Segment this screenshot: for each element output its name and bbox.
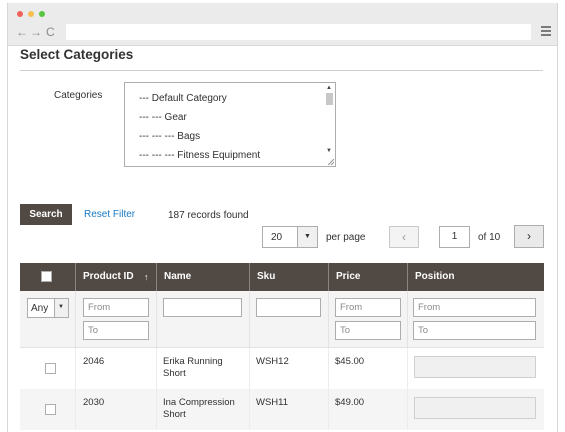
column-header-position[interactable]: Position	[407, 263, 544, 291]
scroll-down-icon[interactable]: ▼	[326, 148, 332, 154]
chevron-down-icon: ▼	[58, 304, 64, 310]
per-page-label: per page	[326, 232, 366, 243]
categories-scrollbar[interactable]: ▲ ▼	[325, 84, 334, 165]
categories-multiselect[interactable]: --- Default Category --- --- Gear --- --…	[124, 82, 336, 167]
address-bar[interactable]	[66, 24, 531, 40]
product-id-cell: 2046	[83, 356, 105, 367]
category-option[interactable]: --- Default Category	[139, 93, 227, 104]
price-cell: $49.00	[335, 397, 365, 408]
column-header-name[interactable]: Name	[156, 263, 249, 291]
browser-titlebar	[8, 3, 557, 20]
records-found-count: 187 records found	[168, 210, 249, 221]
scroll-up-icon[interactable]: ▲	[326, 85, 332, 91]
previous-page-button[interactable]: ‹	[389, 226, 419, 248]
price-cell: $45.00	[335, 356, 365, 367]
total-pages-label: of 10	[478, 232, 501, 243]
scrollbar-thumb[interactable]	[326, 93, 333, 105]
current-page-input[interactable]: 1	[439, 226, 470, 248]
forward-arrow-icon[interactable]: →	[30, 25, 42, 39]
price-to-input[interactable]: To	[335, 321, 401, 340]
hamburger-menu-icon[interactable]	[541, 26, 551, 36]
select-all-column	[20, 263, 75, 291]
position-input[interactable]	[414, 397, 536, 419]
product-name-cell-line2: Short	[163, 409, 186, 420]
browser-toolbar: ← → C	[8, 20, 557, 46]
product-id-cell: 2030	[83, 397, 105, 408]
reset-filter-link[interactable]: Reset Filter	[84, 209, 135, 220]
page-title: Select Categories	[20, 47, 134, 62]
position-to-input[interactable]: To	[413, 321, 536, 340]
search-button[interactable]: Search	[20, 204, 72, 225]
product-name-cell: Erika Running	[163, 356, 223, 367]
next-page-button[interactable]: ›	[514, 225, 544, 248]
grid-filter-row: Any ▼ From To From To From To	[20, 291, 544, 348]
product-name-cell-line2: Short	[163, 368, 186, 379]
column-header-label: Sku	[257, 271, 276, 282]
column-header-label: Name	[164, 271, 192, 282]
category-option[interactable]: --- --- --- Fitness Equipment	[139, 150, 260, 161]
column-header-label: Product ID	[83, 271, 134, 282]
title-divider	[20, 70, 543, 71]
product-id-to-input[interactable]: To	[83, 321, 149, 340]
price-from-input[interactable]: From	[335, 298, 401, 317]
in-category-filter-value: Any	[31, 303, 49, 314]
column-header-sku[interactable]: Sku	[249, 263, 328, 291]
row-select-checkbox[interactable]	[45, 404, 56, 415]
sort-ascending-icon: ↑	[144, 272, 149, 282]
table-row[interactable]: 2030 Ina Compression Short WSH11 $49.00	[20, 389, 544, 430]
resize-handle-icon[interactable]	[328, 159, 334, 165]
name-filter-input[interactable]	[163, 298, 242, 317]
per-page-dropdown-button[interactable]: ▼	[297, 227, 317, 247]
row-select-checkbox[interactable]	[45, 363, 56, 374]
back-arrow-icon[interactable]: ←	[16, 25, 28, 39]
position-from-input[interactable]: From	[413, 298, 536, 317]
minimize-window-icon[interactable]	[28, 11, 34, 17]
per-page-value: 20	[271, 232, 283, 243]
per-page-select[interactable]: 20 ▼	[262, 226, 318, 248]
close-window-icon[interactable]	[17, 11, 23, 17]
reload-icon[interactable]: C	[46, 25, 55, 39]
column-header-label: Price	[336, 271, 361, 282]
sku-cell: WSH12	[256, 356, 289, 367]
product-id-from-input[interactable]: From	[83, 298, 149, 317]
column-header-label: Position	[415, 271, 455, 282]
sku-cell: WSH11	[256, 397, 289, 408]
select-all-checkbox[interactable]	[41, 271, 52, 282]
grid-header: Product ID ↑ Name Sku Price Position	[20, 263, 544, 291]
maximize-window-icon[interactable]	[39, 11, 45, 17]
chevron-down-icon: ▼	[304, 233, 311, 240]
categories-label: Categories	[54, 90, 103, 101]
category-option[interactable]: --- --- --- Bags	[139, 131, 200, 142]
position-input[interactable]	[414, 356, 536, 378]
product-name-cell: Ina Compression	[163, 397, 235, 408]
sku-filter-input[interactable]	[256, 298, 321, 317]
in-category-dropdown-button[interactable]: ▼	[54, 299, 68, 317]
column-header-price[interactable]: Price	[328, 263, 407, 291]
table-row[interactable]: 2046 Erika Running Short WSH12 $45.00	[20, 348, 544, 389]
column-header-product-id[interactable]: Product ID ↑	[75, 263, 156, 291]
category-option[interactable]: --- --- Gear	[139, 112, 187, 123]
in-category-filter-select[interactable]: Any ▼	[27, 298, 69, 318]
